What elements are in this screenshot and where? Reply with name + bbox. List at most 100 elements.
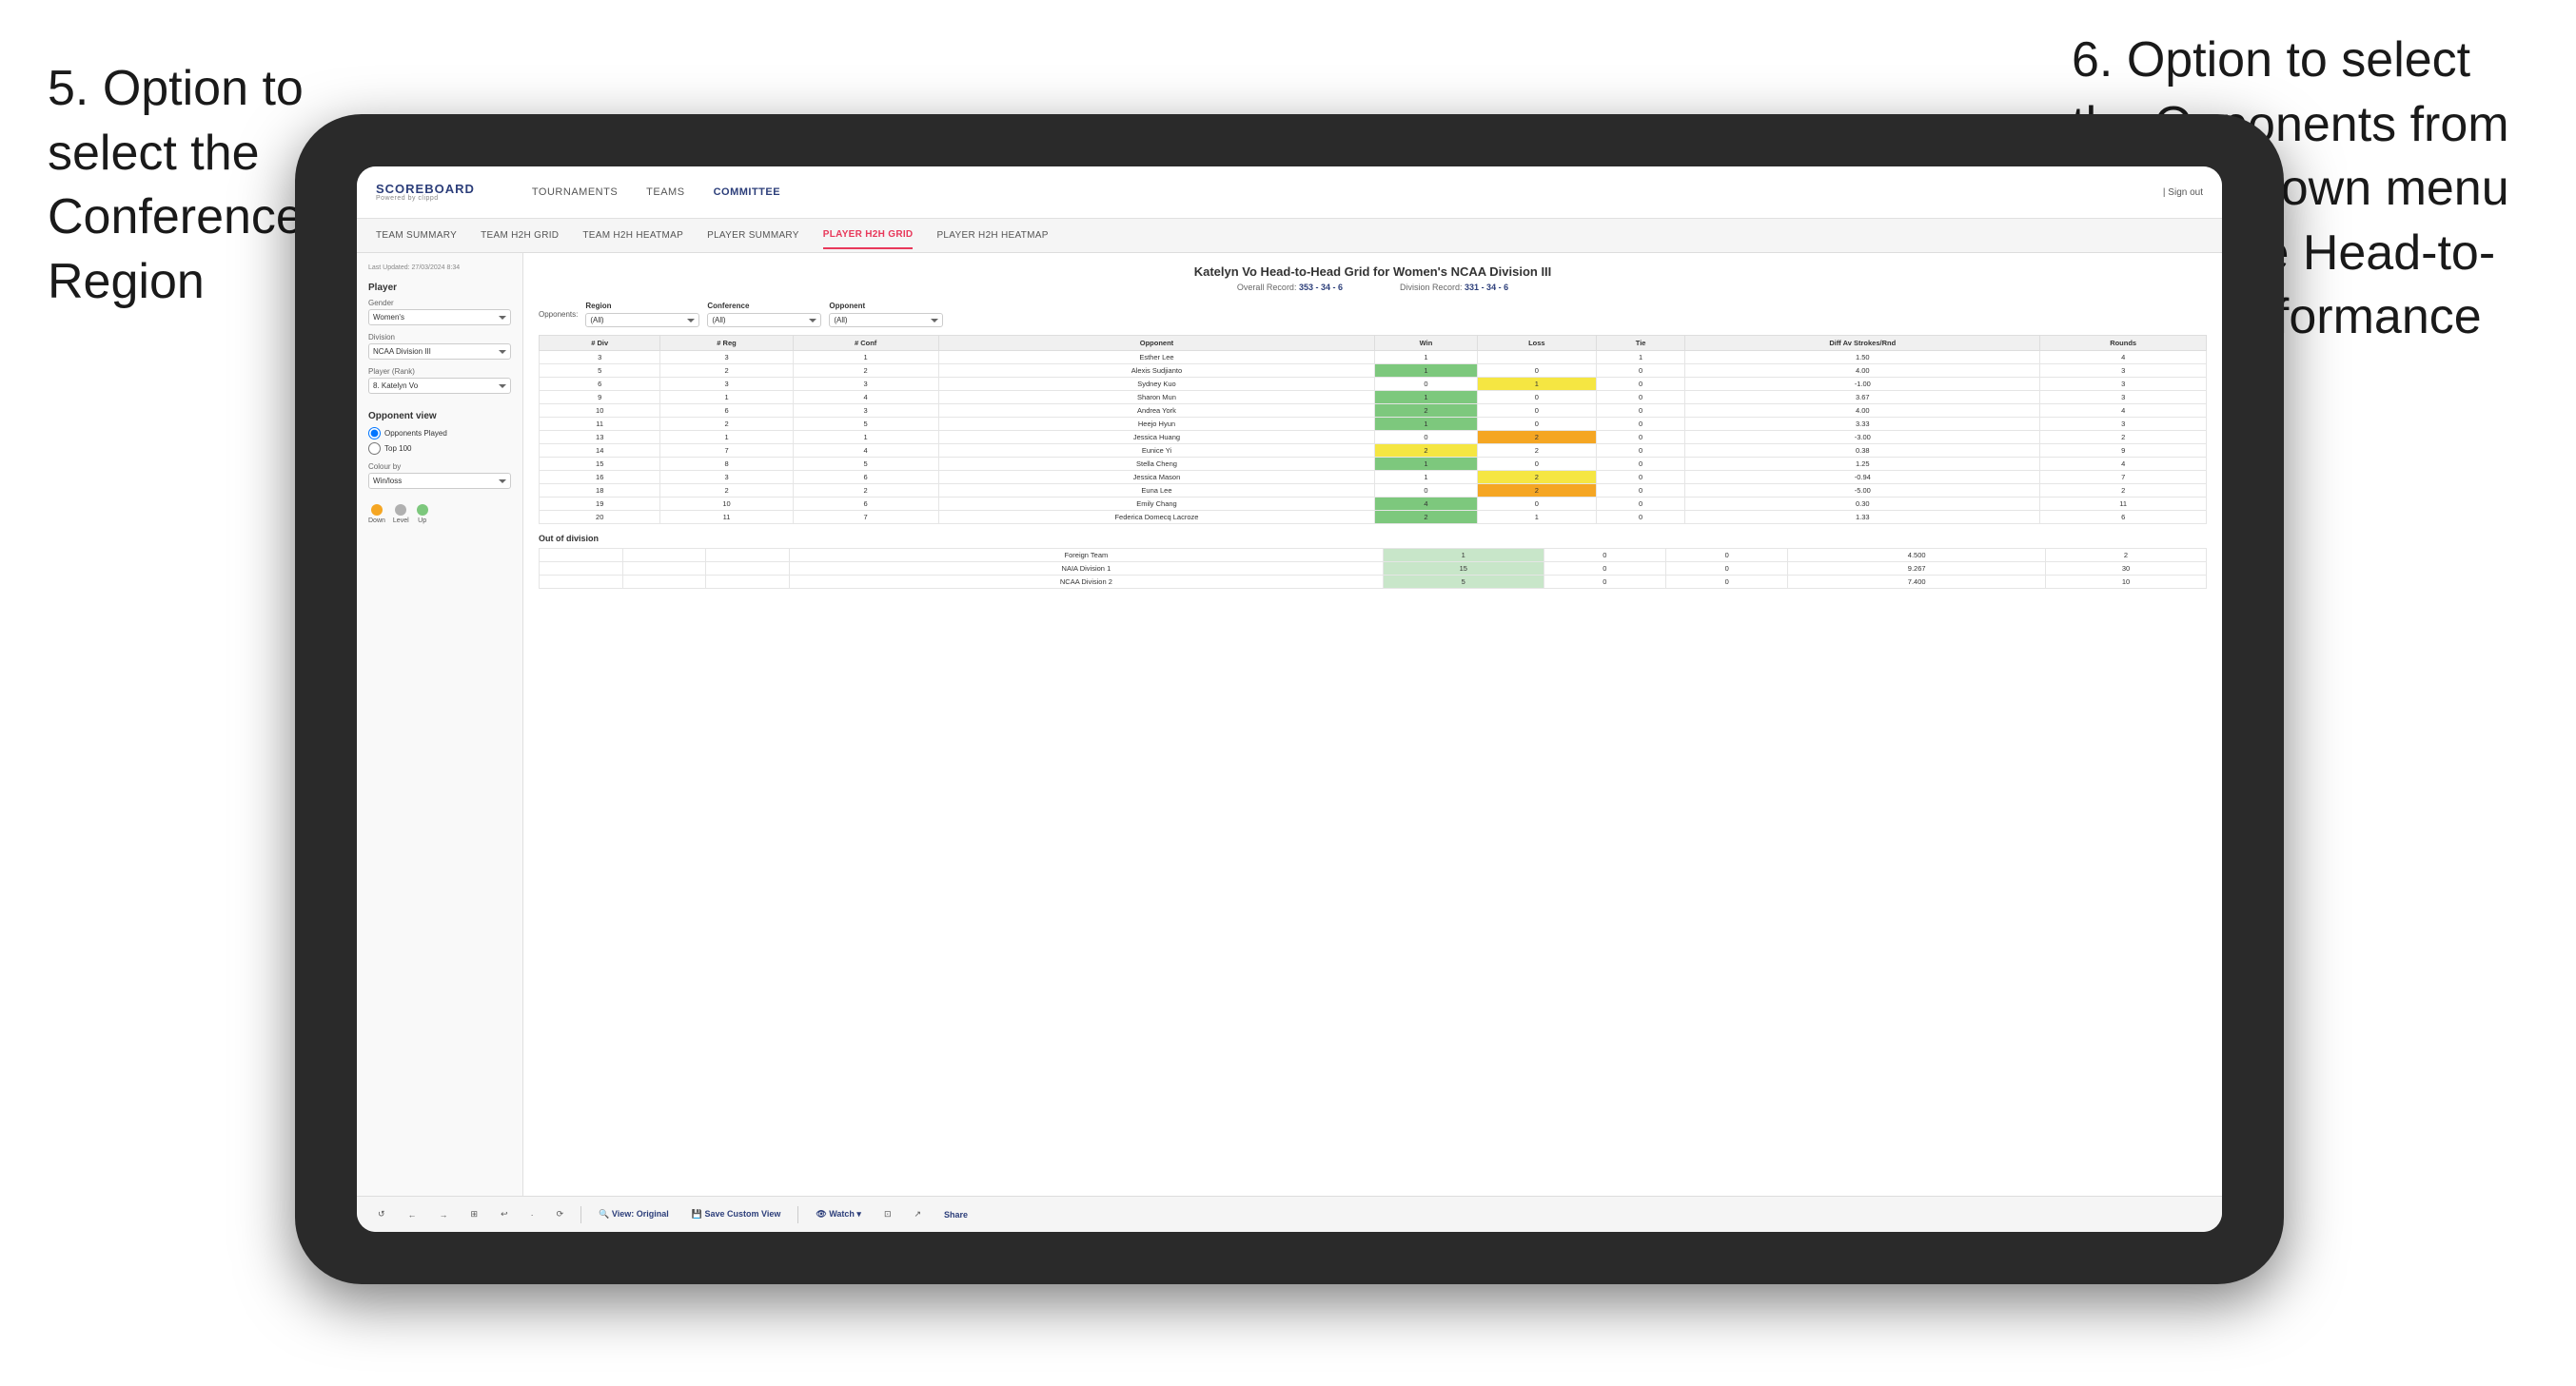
ood-cell-tie: 0 (1666, 549, 1788, 562)
cell-loss: 0 (1477, 458, 1596, 471)
cell-reg: 7 (660, 444, 793, 458)
opponent-filter-label: Opponent (829, 302, 943, 310)
cell-opponent: Heejo Hyun (938, 418, 1375, 431)
sub-nav-player-summary[interactable]: PLAYER SUMMARY (707, 223, 799, 248)
sub-nav-team-h2h-heatmap[interactable]: TEAM H2H HEATMAP (582, 223, 683, 248)
cell-loss: 0 (1477, 364, 1596, 378)
ood-cell-reg (622, 549, 706, 562)
cell-rounds: 3 (2040, 418, 2207, 431)
toolbar-return[interactable]: ↩ (495, 1207, 514, 1221)
toolbar-grid[interactable]: ⊞ (465, 1207, 484, 1221)
cell-div: 16 (540, 471, 660, 484)
ood-cell-diff: 9.267 (1788, 562, 2046, 576)
ood-cell-reg (622, 576, 706, 589)
cell-diff: 4.00 (1685, 404, 2040, 418)
ood-cell-div (540, 549, 623, 562)
col-loss: Loss (1477, 336, 1596, 351)
sidebar-division-label: Division (368, 333, 511, 342)
ood-cell-div (540, 576, 623, 589)
sidebar: Last Updated: 27/03/2024 8:34 Player Gen… (357, 253, 523, 1196)
ood-cell-win: 5 (1383, 576, 1544, 589)
toolbar-dot[interactable]: · (525, 1208, 540, 1221)
down-label: Down (368, 517, 385, 524)
player-rank-select[interactable]: 8. Katelyn Vo (368, 378, 511, 394)
ood-cell-diff: 7.400 (1788, 576, 2046, 589)
cell-reg: 3 (660, 351, 793, 364)
cell-loss: 0 (1477, 418, 1596, 431)
col-diff: Diff Av Strokes/Rnd (1685, 336, 2040, 351)
table-row: 6 3 3 Sydney Kuo 0 1 0 -1.00 3 (540, 378, 2207, 391)
cell-conf: 4 (793, 391, 938, 404)
ood-cell-conf (706, 549, 790, 562)
cell-rounds: 2 (2040, 431, 2207, 444)
cell-diff: -1.00 (1685, 378, 2040, 391)
cell-loss: 2 (1477, 444, 1596, 458)
report-title: Katelyn Vo Head-to-Head Grid for Women's… (539, 264, 2207, 279)
cell-win: 1 (1375, 471, 1477, 484)
ood-cell-opponent: Foreign Team (790, 549, 1384, 562)
toolbar-share[interactable]: Share (938, 1208, 973, 1221)
sidebar-player-rank-label: Player (Rank) (368, 367, 511, 376)
toolbar-grid2[interactable]: ⊡ (878, 1207, 897, 1221)
ood-cell-rounds: 30 (2045, 562, 2206, 576)
toolbar-watch[interactable]: 👁 Watch ▾ (810, 1207, 867, 1221)
nav-sign-out[interactable]: | Sign out (2163, 187, 2203, 198)
ood-cell-loss: 0 (1544, 576, 1665, 589)
radio-opponents-played[interactable]: Opponents Played (368, 427, 511, 439)
cell-reg: 3 (660, 378, 793, 391)
division-select[interactable]: NCAA Division III (368, 343, 511, 360)
sub-nav-team-summary[interactable]: TEAM SUMMARY (376, 223, 457, 248)
cell-win: 4 (1375, 498, 1477, 511)
colour-legend: Down Level Up (368, 504, 511, 524)
cell-conf: 1 (793, 431, 938, 444)
cell-tie: 0 (1597, 511, 1685, 524)
table-row: 14 7 4 Eunice Yi 2 2 0 0.38 9 (540, 444, 2207, 458)
toolbar-back[interactable]: ← (403, 1208, 423, 1221)
cell-reg: 1 (660, 431, 793, 444)
toolbar-refresh[interactable]: ⟳ (551, 1207, 570, 1221)
toolbar-forward[interactable]: → (434, 1208, 454, 1221)
cell-opponent: Federica Domecq Lacroze (938, 511, 1375, 524)
cell-rounds: 9 (2040, 444, 2207, 458)
nav-teams[interactable]: TEAMS (646, 186, 684, 198)
sub-nav-player-h2h-grid[interactable]: PLAYER H2H GRID (823, 222, 914, 249)
cell-opponent: Sharon Mun (938, 391, 1375, 404)
main-data-table: # Div # Reg # Conf Opponent Win Loss Tie… (539, 335, 2207, 524)
sidebar-gender-label: Gender (368, 299, 511, 307)
colour-by-select[interactable]: Win/loss (368, 473, 511, 489)
cell-div: 3 (540, 351, 660, 364)
ood-table-row: NCAA Division 2 5 0 0 7.400 10 (540, 576, 2207, 589)
cell-div: 10 (540, 404, 660, 418)
toolbar-undo[interactable]: ↺ (372, 1207, 391, 1221)
gender-select[interactable]: Women's (368, 309, 511, 325)
col-reg: # Reg (660, 336, 793, 351)
region-select[interactable]: (All) (585, 313, 699, 327)
cell-opponent: Andrea York (938, 404, 1375, 418)
ood-table-row: NAIA Division 1 15 0 0 9.267 30 (540, 562, 2207, 576)
nav-committee[interactable]: COMMITTEE (714, 186, 781, 198)
nav-tournaments[interactable]: TOURNAMENTS (532, 186, 618, 198)
region-filter-group: Region (All) (585, 302, 699, 327)
cell-opponent: Alexis Sudjianto (938, 364, 1375, 378)
toolbar-save-custom-view[interactable]: 💾 Save Custom View (686, 1207, 787, 1221)
cell-rounds: 3 (2040, 364, 2207, 378)
sub-nav-player-h2h-heatmap[interactable]: PLAYER H2H HEATMAP (936, 223, 1048, 248)
overall-record-value: 353 - 34 - 6 (1299, 283, 1343, 292)
cell-win: 0 (1375, 484, 1477, 498)
sub-nav-team-h2h-grid[interactable]: TEAM H2H GRID (481, 223, 559, 248)
cell-conf: 2 (793, 364, 938, 378)
table-row: 3 3 1 Esther Lee 1 1 1.50 4 (540, 351, 2207, 364)
logo: SCOREBOARD (376, 183, 475, 195)
toolbar-share-icon[interactable]: ↗ (909, 1207, 928, 1221)
opponents-label: Opponents: (539, 310, 578, 319)
table-row: 10 6 3 Andrea York 2 0 0 4.00 4 (540, 404, 2207, 418)
ood-cell-opponent: NAIA Division 1 (790, 562, 1384, 576)
cell-div: 18 (540, 484, 660, 498)
radio-top-100[interactable]: Top 100 (368, 442, 511, 455)
last-updated: Last Updated: 27/03/2024 8:34 (368, 264, 511, 271)
table-row: 13 1 1 Jessica Huang 0 2 0 -3.00 2 (540, 431, 2207, 444)
cell-diff: -5.00 (1685, 484, 2040, 498)
opponent-select[interactable]: (All) (829, 313, 943, 327)
toolbar-view-original[interactable]: 🔍 View: Original (593, 1207, 675, 1221)
conference-select[interactable]: (All) (707, 313, 821, 327)
